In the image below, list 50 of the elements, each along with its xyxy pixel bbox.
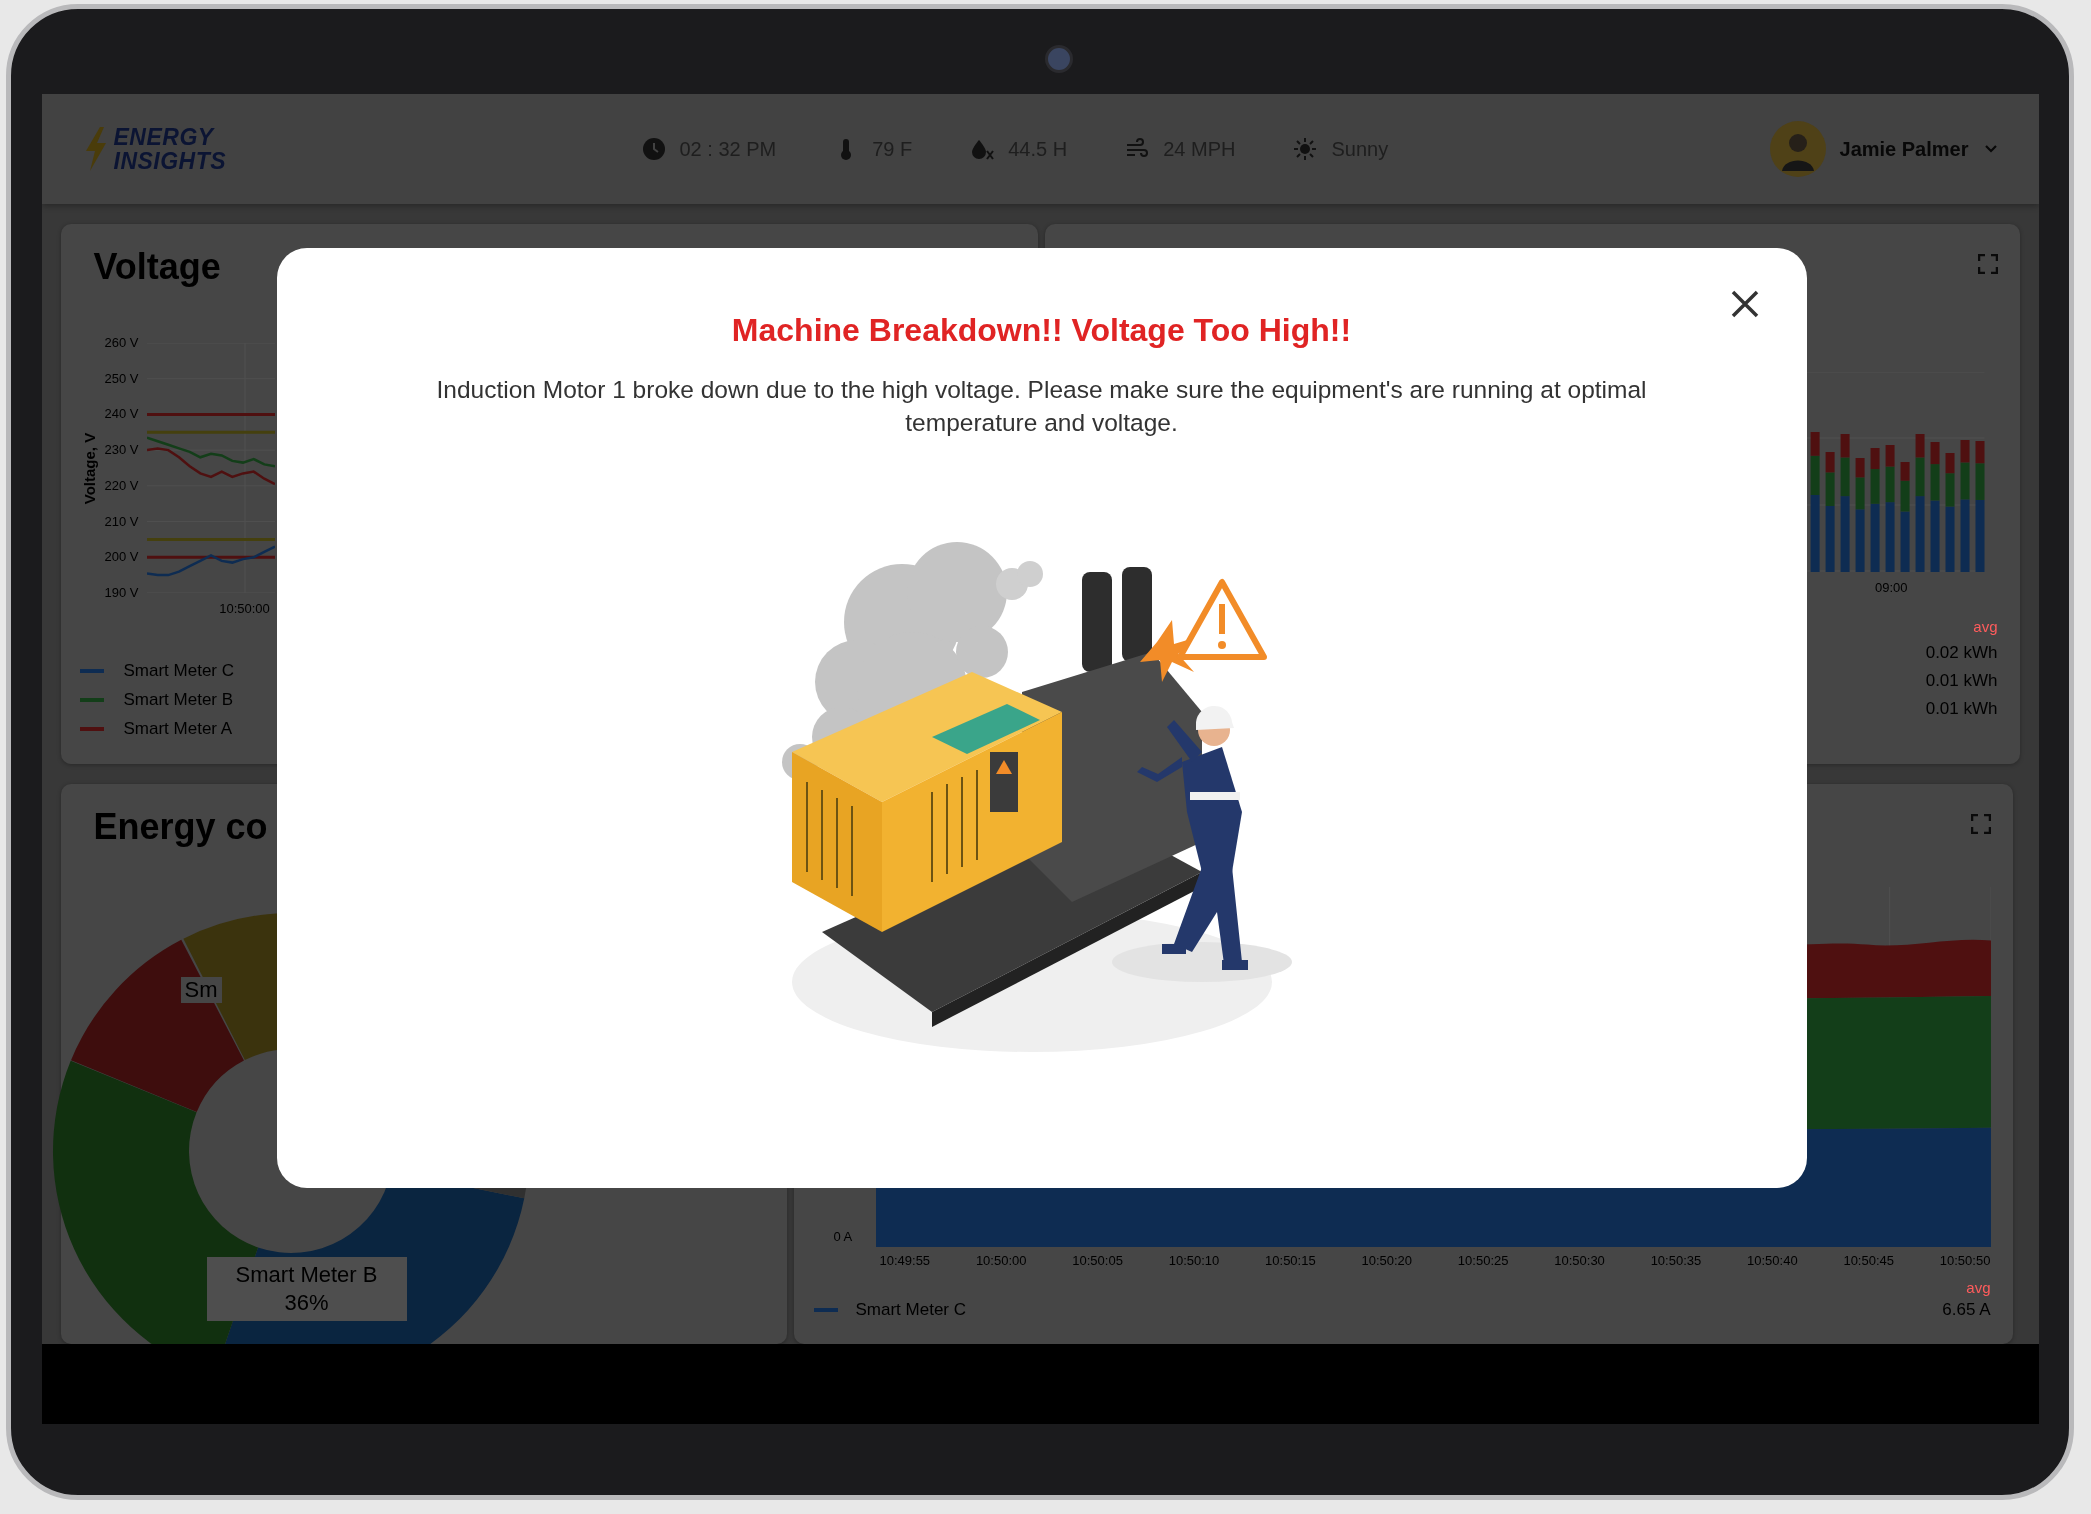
axis-tick-label: 10:50:00	[975, 1252, 1027, 1270]
clock-icon	[641, 137, 666, 161]
axis-tick-label: 0 A	[833, 1228, 854, 1246]
fullscreen-icon[interactable]	[1977, 254, 1998, 274]
legend-label: Smart Meter A	[123, 719, 233, 739]
axis-tick-label: 260 V	[104, 334, 140, 352]
axis-tick-label: 10:49:55	[879, 1252, 931, 1270]
axis-tick-label: 220 V	[104, 476, 140, 495]
legend-label: Smart Meter C	[855, 1300, 967, 1320]
sun-icon	[1293, 137, 1318, 161]
axis-tick-label: 10:50:20	[1361, 1252, 1413, 1270]
axis-tick-label: 10:50:50	[1939, 1252, 1991, 1270]
slice-share: 36%	[283, 1289, 330, 1317]
axis-tick-label: 230 V	[104, 441, 140, 460]
card-title: Voltage	[93, 246, 222, 288]
axis-tick-label: 09:00	[1874, 579, 1908, 597]
axis-tick-label: 10:50:00	[219, 600, 270, 618]
average-value: 6.65 A	[1942, 1300, 1991, 1320]
axis-tick-label: 190 V	[104, 583, 140, 602]
dialog-message: Induction Motor 1 broke down due to the high voltage. Please make sure the equipment's are running at optimal temperature and voltage.	[435, 375, 1648, 438]
card-title: Energy co	[93, 806, 269, 848]
fullscreen-icon[interactable]	[1970, 814, 1991, 834]
logo-text: ENERGY	[113, 125, 216, 149]
axis-tick-label: 10:50:35	[1650, 1252, 1702, 1270]
axis-tick-label: 200 V	[104, 548, 140, 567]
legend-label: Smart Meter B	[123, 690, 234, 710]
dialog-title: Machine Breakdown!! Voltage Too High!!	[731, 312, 1352, 349]
camera-icon	[1045, 45, 1073, 73]
average-value: 0.01 kWh	[1925, 671, 1998, 691]
axis-tick-label: 10:50:40	[1747, 1252, 1798, 1270]
axis-tick-label: 10:50:15	[1265, 1252, 1316, 1270]
axis-tick-label: 10:50:05	[1072, 1252, 1123, 1270]
average-value: 0.02 kWh	[1925, 643, 1998, 663]
axis-tick-label: 10:50:30	[1554, 1252, 1605, 1270]
axis-tick-label: 210 V	[104, 512, 140, 531]
column-header: avg	[1966, 1279, 1991, 1296]
axis-tick-label: 240 V	[104, 405, 140, 424]
axis-tick-label: 10:50:45	[1843, 1252, 1894, 1270]
slice-name: Sm	[184, 977, 218, 1003]
legend-label: Smart Meter C	[123, 661, 235, 681]
avatar-icon[interactable]	[1769, 121, 1826, 177]
average-value: 0.01 kWh	[1925, 699, 1998, 719]
logo-text: INSIGHTS	[113, 149, 227, 173]
slice-name: Smart Meter B	[234, 1261, 379, 1289]
axis-tick-label: 250 V	[104, 369, 140, 388]
column-header: avg	[1973, 618, 1998, 635]
axis-tick-label: 10:50:25	[1457, 1252, 1509, 1270]
user-name[interactable]: Jamie Palmer	[1839, 137, 1969, 161]
axis-label: Voltage, V	[81, 432, 98, 504]
axis-tick-label: 10:50:10	[1168, 1252, 1220, 1270]
